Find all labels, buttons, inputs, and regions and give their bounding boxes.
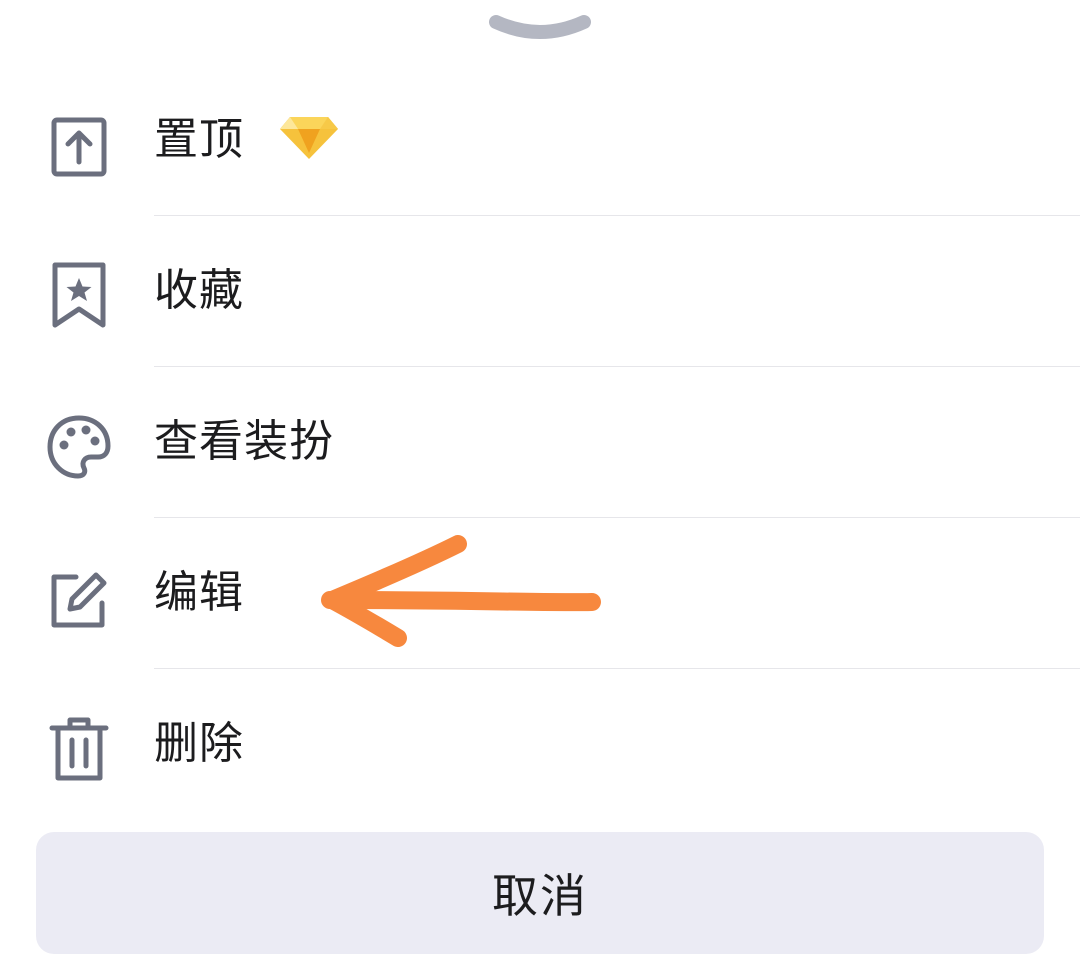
sheet-handle[interactable] <box>486 8 594 48</box>
menu-item-delete[interactable]: 删除 <box>0 669 1080 819</box>
menu-item-label: 删除 <box>154 718 244 769</box>
menu-item-pin-top[interactable]: 置顶 <box>0 65 1080 215</box>
action-sheet: 置顶 收藏 查看装扮 编辑 删除 取消 <box>0 0 1080 979</box>
pin-top-icon <box>44 110 114 180</box>
menu-item-label: 收藏 <box>154 265 244 316</box>
menu-item-favorite[interactable]: 收藏 <box>0 216 1080 366</box>
bookmark-star-icon <box>44 261 114 331</box>
menu-item-view-outfit[interactable]: 查看装扮 <box>0 367 1080 517</box>
menu-item-label: 查看装扮 <box>154 416 334 467</box>
menu-item-label: 编辑 <box>154 567 244 618</box>
cancel-button[interactable]: 取消 <box>36 832 1044 954</box>
trash-icon <box>44 714 114 784</box>
menu-item-label: 置顶 <box>154 114 244 165</box>
chevron-down-icon <box>489 15 591 39</box>
menu-item-edit[interactable]: 编辑 <box>0 518 1080 668</box>
cancel-label: 取消 <box>492 869 588 923</box>
edit-icon <box>44 563 114 633</box>
diamond-vip-icon <box>278 113 340 163</box>
palette-icon <box>44 412 114 482</box>
